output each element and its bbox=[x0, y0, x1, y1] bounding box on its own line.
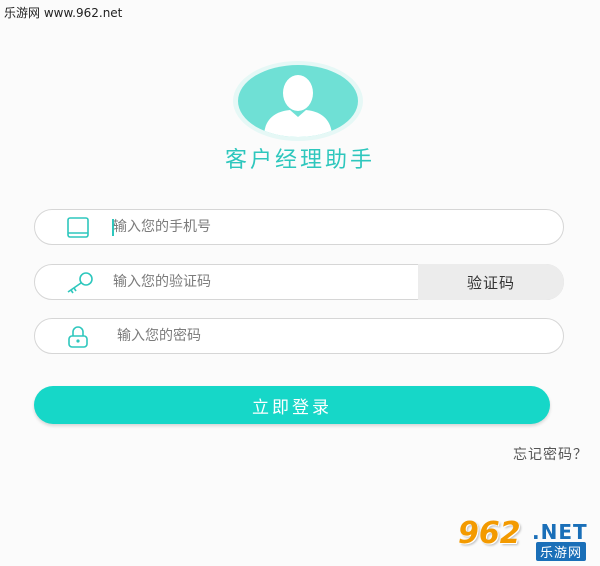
logo-text: 乐游网 bbox=[536, 542, 587, 561]
get-code-button[interactable]: 验证码 bbox=[418, 264, 564, 300]
tablet-icon bbox=[65, 216, 91, 240]
app-title: 客户经理助手 bbox=[224, 148, 375, 173]
logo-suffix: .NET bbox=[532, 520, 588, 544]
login-button[interactable]: 立即登录 bbox=[34, 386, 550, 424]
phone-input[interactable] bbox=[113, 210, 413, 244]
key-icon bbox=[65, 271, 93, 295]
watermark-top: 乐游网 www.962.net bbox=[4, 6, 123, 20]
forgot-password-link[interactable]: 忘记密码？ bbox=[513, 444, 588, 464]
user-silhouette-icon bbox=[264, 75, 332, 137]
lock-icon bbox=[65, 325, 91, 349]
avatar bbox=[233, 61, 363, 141]
logo-number: 962 bbox=[458, 516, 521, 551]
site-logo: 962 .NET 乐游网 bbox=[458, 516, 596, 562]
code-field[interactable]: 验证码 bbox=[34, 264, 564, 300]
password-input[interactable] bbox=[117, 319, 417, 353]
password-field[interactable] bbox=[34, 318, 564, 354]
phone-field[interactable] bbox=[34, 209, 564, 245]
code-input[interactable] bbox=[113, 265, 363, 299]
